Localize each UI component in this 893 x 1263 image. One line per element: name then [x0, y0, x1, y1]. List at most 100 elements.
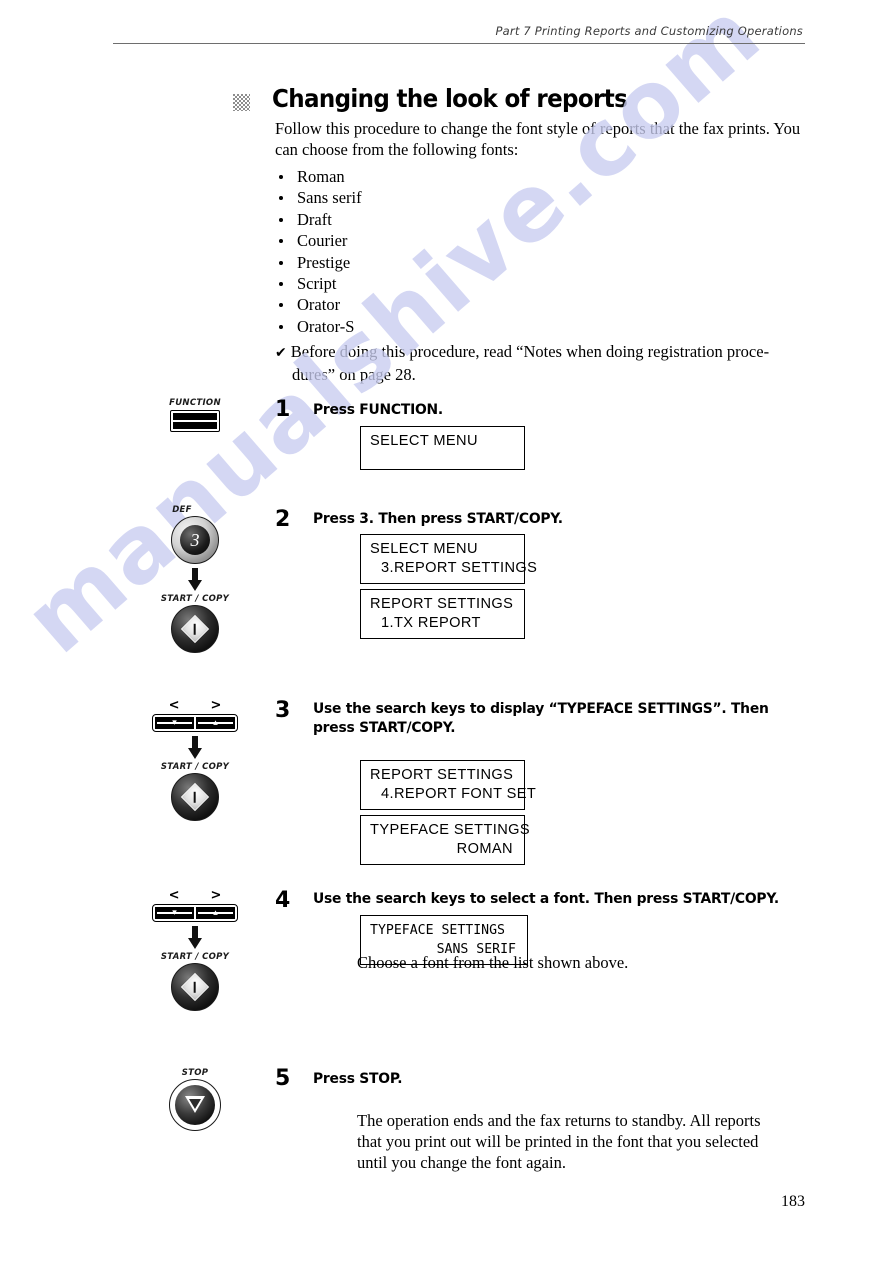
lcd-line: ROMAN — [456, 841, 513, 857]
step-key-illustration: < > ▾ ▴ START / COPY — [135, 888, 255, 1011]
step-key-illustration: FUNCTION — [135, 398, 255, 432]
list-item: Orator-S — [275, 316, 575, 337]
stop-triangle-icon — [185, 1095, 205, 1113]
chevron-up-icon: ▴ — [213, 717, 218, 728]
chevron-up-icon: ▴ — [213, 907, 218, 918]
lcd-display: SELECT MENU — [360, 426, 525, 470]
step-number: 2 — [275, 507, 291, 532]
stop-key-icon[interactable] — [169, 1079, 221, 1131]
search-key-icon[interactable]: ▾ ▴ — [152, 714, 238, 732]
key-caption: DEF — [172, 505, 192, 515]
key-caption: STOP — [181, 1068, 209, 1078]
bullet-icon — [279, 260, 283, 265]
step-instruction: Press FUNCTION. — [313, 401, 443, 418]
chevron-left-icon: < — [168, 698, 180, 713]
lcd-line: REPORT SETTINGS — [370, 596, 514, 612]
step-number: 3 — [275, 698, 291, 723]
search-key-right-segment[interactable]: ▴ — [196, 907, 235, 919]
font-name: Script — [297, 274, 337, 294]
key-caption: FUNCTION — [169, 398, 221, 408]
step-body-text: The operation ends and the fax returns t… — [357, 1111, 761, 1172]
list-item: Draft — [275, 209, 575, 230]
font-list: Roman Sans serif Draft Courier Prestige Scrip… — [275, 166, 575, 337]
bullet-icon — [279, 196, 283, 201]
header-rule — [113, 43, 805, 44]
search-key-arrow-labels: < > — [135, 888, 255, 903]
step-number: 1 — [275, 397, 291, 422]
bullet-icon — [279, 239, 283, 244]
chevron-left-icon: < — [168, 888, 180, 903]
bullet-icon — [279, 175, 283, 179]
function-key-face — [173, 413, 217, 429]
key-caption: START / COPY — [160, 762, 230, 772]
section-marker-icon — [233, 94, 250, 111]
font-name: Prestige — [297, 252, 351, 272]
step-key-illustration: < > ▾ ▴ START / COPY — [135, 698, 255, 821]
down-arrow-icon — [135, 567, 255, 593]
chevron-down-icon: ▾ — [172, 717, 177, 728]
lcd-line: SELECT MENU — [370, 433, 478, 449]
font-name: Orator-S — [297, 316, 355, 336]
lcd-line: REPORT SETTINGS — [370, 767, 514, 783]
key-caption: START / COPY — [160, 594, 230, 604]
search-key-right-segment[interactable]: ▴ — [196, 717, 235, 729]
start-diamond-icon — [180, 782, 210, 812]
step-instruction: Use the search keys to display “TYPEFACE… — [313, 700, 769, 736]
step-key-illustration: DEF 3 START / COPY — [135, 505, 255, 653]
font-name: Orator — [297, 295, 341, 315]
lcd-display: SELECT MENU 3.REPORT SETTINGS — [360, 534, 538, 584]
start-copy-key-icon[interactable] — [171, 963, 219, 1011]
list-item: Courier — [275, 230, 575, 251]
running-header: Part 7 Printing Reports and Customizing … — [113, 24, 805, 44]
search-key-icon[interactable]: ▾ ▴ — [152, 904, 238, 922]
bullet-icon — [279, 217, 283, 222]
step-instruction: Use the search keys to select a font. Th… — [313, 890, 779, 907]
start-copy-key-icon[interactable] — [171, 773, 219, 821]
section-intro: Follow this procedure to change the font… — [275, 119, 801, 159]
step-number: 4 — [275, 888, 291, 913]
down-arrow-icon — [135, 925, 255, 951]
key-caption: START / COPY — [160, 952, 230, 962]
start-diamond-icon — [180, 972, 210, 1002]
digit-key-3-icon[interactable]: 3 — [171, 516, 219, 564]
page-title: Changing the look of reports — [272, 84, 628, 113]
down-arrow-icon — [135, 735, 255, 761]
chevron-right-icon: > — [210, 888, 222, 903]
digit-key-label: 3 — [180, 525, 210, 555]
running-header-title: Part 7 Printing Reports and Customizing … — [495, 24, 803, 38]
start-diamond-icon — [180, 614, 210, 644]
lcd-display: TYPEFACE SETTINGS ROMAN — [360, 815, 531, 865]
check-icon: ✔ — [275, 345, 287, 361]
step-key-illustration: STOP — [135, 1068, 255, 1131]
font-name: Draft — [297, 209, 332, 229]
step-instruction: Press STOP. — [313, 1070, 403, 1087]
step-body-text: Choose a font from the list shown above. — [357, 953, 629, 972]
list-item: Roman — [275, 166, 575, 187]
registration-note: ✔ Before doing this procedure, read “Note… — [275, 341, 812, 385]
list-item: Sans serif — [275, 187, 575, 208]
font-name: Courier — [297, 231, 348, 251]
font-name: Roman — [297, 167, 345, 186]
lcd-line: 1.TX REPORT — [381, 615, 481, 631]
lcd-line: TYPEFACE SETTINGS — [370, 923, 505, 938]
search-key-left-segment[interactable]: ▾ — [155, 907, 194, 919]
lcd-display: REPORT SETTINGS 1.TX REPORT — [360, 589, 525, 639]
search-key-arrow-labels: < > — [135, 698, 255, 713]
lcd-line: 4.REPORT FONT SET — [381, 786, 537, 802]
chevron-right-icon: > — [210, 698, 222, 713]
bullet-icon — [279, 303, 283, 308]
page-number: 183 — [781, 1193, 805, 1210]
function-key-icon[interactable] — [170, 410, 220, 432]
lcd-line: TYPEFACE SETTINGS — [370, 822, 531, 838]
lcd-display: REPORT SETTINGS 4.REPORT FONT SET — [360, 760, 537, 810]
section-title-row: Changing the look of reports — [233, 86, 658, 111]
bullet-icon — [279, 282, 283, 287]
chevron-down-icon: ▾ — [172, 907, 177, 918]
start-copy-key-icon[interactable] — [171, 605, 219, 653]
lcd-line: SELECT MENU — [370, 541, 478, 557]
font-name: Sans serif — [297, 188, 362, 208]
search-key-left-segment[interactable]: ▾ — [155, 717, 194, 729]
lcd-line: 3.REPORT SETTINGS — [381, 560, 538, 576]
step-number: 5 — [275, 1066, 291, 1091]
list-item: Orator — [275, 294, 575, 315]
